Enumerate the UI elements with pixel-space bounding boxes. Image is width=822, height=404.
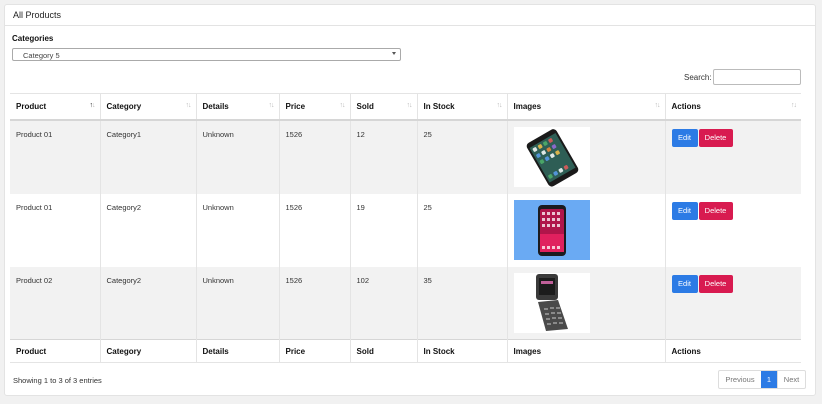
cell-category: Category1 (99, 119, 196, 194)
table-info: Showing 1 to 3 of 3 entries (13, 376, 102, 385)
cell-image (506, 119, 665, 194)
edit-button[interactable]: Edit (671, 128, 698, 147)
sort-asc-icon: ↑↓ (89, 102, 96, 109)
cell-price: 1526 (278, 119, 350, 194)
footer-images: Images (506, 339, 665, 363)
cell-stock: 25 (416, 119, 507, 194)
search-input[interactable] (713, 69, 801, 85)
cell-sold: 102 (349, 266, 417, 340)
cell-product: Product 02 (16, 275, 53, 285)
cell-details: Unknown (195, 266, 279, 340)
footer-product: Product (10, 339, 100, 363)
col-header-price[interactable]: Price ↑↓ (278, 93, 350, 121)
cell-category: Category2 (99, 266, 196, 340)
cell-image (506, 193, 665, 267)
cell-category: Category2 (99, 193, 196, 267)
sort-icon: ↑↓ (339, 102, 346, 109)
footer-price: Price (278, 339, 350, 363)
footer-sold: Sold (349, 339, 417, 363)
table-row: Product 01 Category1 Unknown 1526 12 25 (10, 119, 801, 194)
card-title: All Products (5, 5, 815, 26)
pagination: Previous 1 Next (718, 370, 806, 389)
products-table: Product ↑↓ Category ↑↓ Details ↑↓ Price ↑↓ S… (10, 93, 801, 363)
categories-select-value: Category 5 (23, 51, 60, 60)
previous-page-button[interactable]: Previous (719, 371, 761, 388)
table-row: Product 02 Category2 Unknown 1526 102 35 (10, 266, 801, 340)
cell-actions: Edit Delete (664, 119, 801, 194)
delete-button[interactable]: Delete (698, 201, 733, 220)
iphone-blue-background-photo (513, 199, 590, 260)
page-1-button[interactable]: 1 (761, 371, 777, 388)
cell-actions: Edit Delete (664, 266, 801, 340)
categories-label: Categories (12, 34, 54, 43)
cell-price: 1526 (278, 193, 350, 267)
cell-product: Product 01 (16, 129, 53, 139)
col-header-details[interactable]: Details ↑↓ (195, 93, 279, 121)
sort-icon: ↑↓ (654, 102, 661, 109)
edit-button[interactable]: Edit (671, 201, 698, 220)
cell-sold: 12 (349, 119, 417, 194)
col-header-actions[interactable]: Actions ↑↓ (664, 93, 801, 121)
cell-price: 1526 (278, 266, 350, 340)
table-row: Product 01 Category2 Unknown 1526 19 25 (10, 193, 801, 267)
footer-in-stock: In Stock (416, 339, 507, 363)
sort-icon: ↑↓ (268, 102, 275, 109)
next-page-button[interactable]: Next (777, 371, 805, 388)
cell-image (506, 266, 665, 340)
categories-select[interactable]: Category 5 (12, 48, 401, 61)
col-header-product[interactable]: Product ↑↓ (10, 93, 100, 121)
col-header-category[interactable]: Category ↑↓ (99, 93, 196, 121)
sort-icon: ↑↓ (185, 102, 192, 109)
cell-details: Unknown (195, 119, 279, 194)
cell-stock: 25 (416, 193, 507, 267)
cell-actions: Edit Delete (664, 193, 801, 267)
delete-button[interactable]: Delete (698, 274, 733, 293)
flip-phone-photo (513, 272, 590, 333)
col-header-images[interactable]: Images ↑↓ (506, 93, 665, 121)
col-header-sold[interactable]: Sold ↑↓ (349, 93, 417, 121)
cell-stock: 35 (416, 266, 507, 340)
footer-actions: Actions (664, 339, 801, 363)
search-label: Search: (684, 73, 712, 82)
iphone-black-photo (513, 126, 590, 187)
sort-icon: ↑↓ (791, 102, 797, 109)
cell-details: Unknown (195, 193, 279, 267)
edit-button[interactable]: Edit (671, 274, 698, 293)
cell-sold: 19 (349, 193, 417, 267)
footer-details: Details (195, 339, 279, 363)
sort-icon: ↑↓ (406, 102, 413, 109)
footer-category: Category (99, 339, 196, 363)
sort-icon: ↑↓ (496, 102, 503, 109)
table-header-row: Product ↑↓ Category ↑↓ Details ↑↓ Price ↑↓ S… (10, 93, 801, 121)
cell-product: Product 01 (16, 202, 53, 212)
table-footer-row: Product Category Details Price Sold In S… (10, 339, 801, 363)
col-header-in-stock[interactable]: In Stock ↑↓ (416, 93, 507, 121)
chevron-down-icon (392, 52, 396, 55)
delete-button[interactable]: Delete (698, 128, 733, 147)
